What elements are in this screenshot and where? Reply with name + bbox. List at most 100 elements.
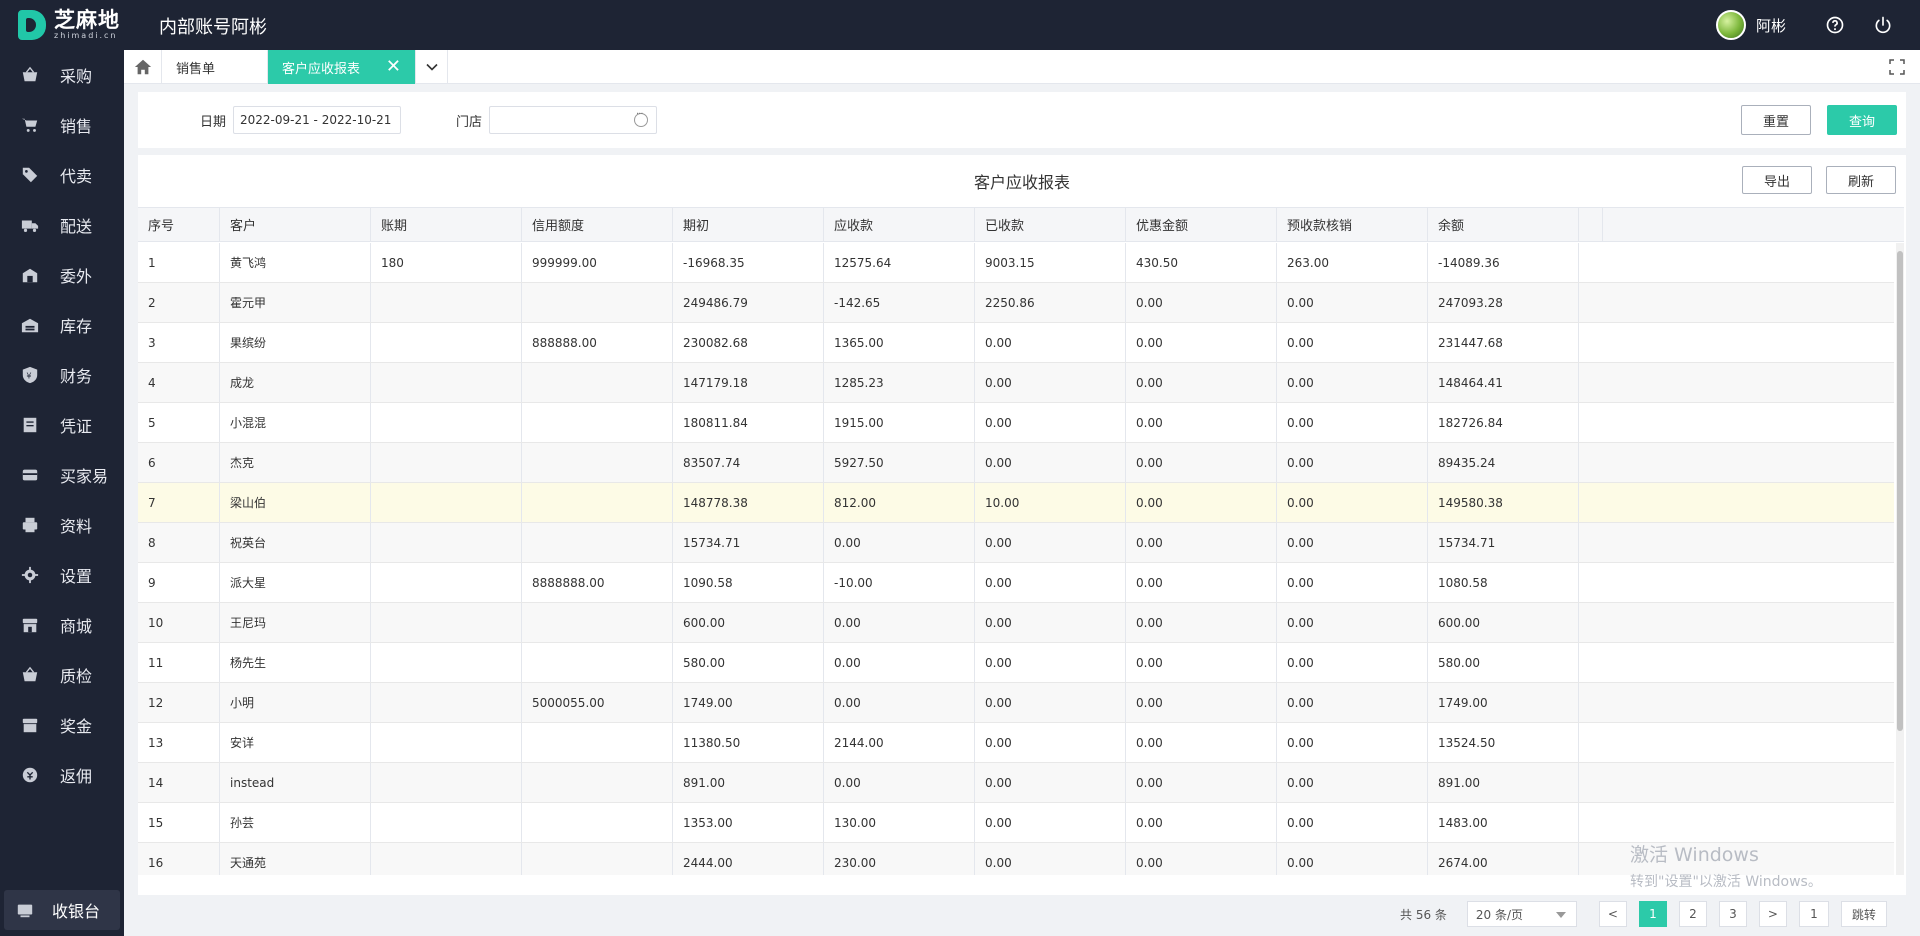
avatar[interactable] [1715, 10, 1746, 40]
prev-page-button[interactable]: < [1598, 901, 1627, 927]
sidebar-item-2[interactable]: 代卖 [0, 150, 124, 200]
table-cell: 0.00 [975, 323, 1126, 362]
table-row[interactable]: 2 霍元甲 249486.79 -142.65 2250.86 0.00 0.00 24709… [138, 283, 1894, 323]
chevron-down-icon[interactable] [416, 50, 448, 84]
table-row[interactable]: 3 果缤纷 888888.00 230082.68 1365.00 0.00 0.00 0.0… [138, 323, 1894, 363]
table-cell [371, 483, 522, 522]
table-cell: 0.00 [824, 643, 975, 682]
column-header[interactable]: 优惠金额 [1126, 208, 1277, 241]
sidebar-item-6[interactable]: ¥ 财务 [0, 350, 124, 400]
sidebar-item-0[interactable]: 采购 [0, 50, 124, 100]
logo-text: 芝麻地 [54, 8, 120, 32]
table-cell: 0.00 [1126, 683, 1277, 722]
column-header[interactable]: 余额 [1428, 208, 1579, 241]
sidebar-item-9[interactable]: 资料 [0, 500, 124, 550]
jump-button[interactable]: 跳转 [1840, 901, 1887, 927]
watermark-line2: 转到"设置"以激活 Windows。 [1630, 874, 1822, 890]
help-icon[interactable] [1824, 14, 1846, 36]
sidebar-item-1[interactable]: 销售 [0, 100, 124, 150]
sidebar-item-4[interactable]: 委外 [0, 250, 124, 300]
table-row[interactable]: 15 孙芸 1353.00 130.00 0.00 0.00 0.00 1483.00 [138, 803, 1894, 843]
sidebar-item-11[interactable]: 商城 [0, 600, 124, 650]
page-button-2[interactable]: 2 [1678, 901, 1707, 927]
page-button-1[interactable]: 1 [1638, 901, 1667, 927]
table-cell: 1353.00 [673, 803, 824, 842]
table-cell: 0.00 [1277, 603, 1428, 642]
sidebar-item-5[interactable]: 库存 [0, 300, 124, 350]
goto-page-input[interactable]: 1 [1798, 901, 1829, 927]
table-cell: 1080.58 [1428, 563, 1579, 602]
tab-sales-order[interactable]: 销售单 [162, 50, 268, 84]
fullscreen-icon[interactable] [1888, 58, 1906, 76]
table-row[interactable]: 7 梁山伯 148778.38 812.00 10.00 0.00 0.00 149580.3… [138, 483, 1894, 523]
cashier-button[interactable]: 收银台 [4, 890, 120, 930]
store-select[interactable] [489, 106, 657, 134]
column-header[interactable]: 信用额度 [522, 208, 673, 241]
table-row[interactable]: 8 祝英台 15734.71 0.00 0.00 0.00 0.00 15734.71 [138, 523, 1894, 563]
table-row[interactable]: 14 instead 891.00 0.00 0.00 0.00 0.00 891.00 [138, 763, 1894, 803]
home-icon[interactable] [124, 50, 162, 84]
next-page-button[interactable]: > [1758, 901, 1787, 927]
tag-icon [20, 165, 40, 185]
table-row[interactable]: 9 派大星 8888888.00 1090.58 -10.00 0.00 0.00 0.00 1… [138, 563, 1894, 603]
date-range-input[interactable]: 2022-09-21 - 2022-10-21 [233, 106, 401, 134]
column-header[interactable]: 期初 [673, 208, 824, 241]
sidebar-item-12[interactable]: 质检 [0, 650, 124, 700]
table-cell: 0.00 [975, 403, 1126, 442]
table-cell: 249486.79 [673, 283, 824, 322]
cashier-icon [16, 900, 36, 920]
close-icon[interactable]: ✕ [386, 58, 401, 76]
table-row[interactable]: 11 杨先生 580.00 0.00 0.00 0.00 0.00 580.00 [138, 643, 1894, 683]
page-button-3[interactable]: 3 [1718, 901, 1747, 927]
table-body[interactable]: 1 黄飞鸿 180 999999.00 -16968.35 12575.64 9003.15… [138, 243, 1894, 875]
table-cell: 16 [138, 843, 220, 875]
table-cell: 600.00 [673, 603, 824, 642]
table-cell: 0.00 [1277, 283, 1428, 322]
reset-button[interactable]: 重置 [1741, 105, 1811, 135]
logo[interactable]: 芝麻地 zhimadi.cn [18, 10, 120, 40]
table-row[interactable]: 10 王尼玛 600.00 0.00 0.00 0.00 0.00 600.00 [138, 603, 1894, 643]
sidebar-item-7[interactable]: 凭证 [0, 400, 124, 450]
table-row[interactable]: 12 小明 5000055.00 1749.00 0.00 0.00 0.00 0.00 174… [138, 683, 1894, 723]
page-size-select[interactable]: 20 条/页 [1466, 901, 1577, 927]
table-cell: 王尼玛 [220, 603, 371, 642]
sidebar-item-label: 商城 [60, 617, 93, 636]
column-header[interactable]: 客户 [220, 208, 371, 241]
table-row[interactable]: 4 成龙 147179.18 1285.23 0.00 0.00 0.00 148464.41 [138, 363, 1894, 403]
table-cell: 149580.38 [1428, 483, 1579, 522]
column-header[interactable]: 序号 [138, 208, 220, 241]
sidebar-item-13[interactable]: 奖金 [0, 700, 124, 750]
gear-icon [20, 565, 40, 585]
sidebar-item-3[interactable]: 配送 [0, 200, 124, 250]
table-row[interactable]: 13 安详 11380.50 2144.00 0.00 0.00 0.00 13524.50 [138, 723, 1894, 763]
vertical-scrollbar[interactable] [1896, 243, 1904, 875]
table-cell [371, 323, 522, 362]
sidebar-item-14[interactable]: 返佣 [0, 750, 124, 800]
scrollbar-thumb[interactable] [1897, 251, 1903, 731]
table-cell: 11380.50 [673, 723, 824, 762]
top-bar: 芝麻地 zhimadi.cn 内部账号阿彬 阿彬 [0, 0, 1920, 50]
power-icon[interactable] [1872, 14, 1894, 36]
table-cell: 0.00 [1277, 803, 1428, 842]
table-cell: 祝英台 [220, 523, 371, 562]
table-cell: 0.00 [1126, 763, 1277, 802]
more-icon[interactable] [634, 109, 648, 127]
column-header[interactable]: 预收款核销 [1277, 208, 1428, 241]
sidebar-item-8[interactable]: 买家易 [0, 450, 124, 500]
table-cell: 247093.28 [1428, 283, 1579, 322]
sidebar-item-10[interactable]: 设置 [0, 550, 124, 600]
user-name[interactable]: 阿彬 [1756, 15, 1786, 36]
total-count: 共 56 条 [1400, 907, 1447, 922]
column-header[interactable]: 账期 [371, 208, 522, 241]
tab-customer-receivable[interactable]: 客户应收报表 ✕ [268, 50, 416, 84]
refresh-button[interactable]: 刷新 [1826, 166, 1896, 194]
column-header[interactable]: 已收款 [975, 208, 1126, 241]
logo-domain: zhimadi.cn [54, 31, 118, 40]
table-cell: 580.00 [673, 643, 824, 682]
table-row[interactable]: 5 小混混 180811.84 1915.00 0.00 0.00 0.00 182726.8… [138, 403, 1894, 443]
table-row[interactable]: 6 杰克 83507.74 5927.50 0.00 0.00 0.00 89435.24 [138, 443, 1894, 483]
query-button[interactable]: 查询 [1827, 105, 1897, 135]
export-button[interactable]: 导出 [1742, 166, 1812, 194]
column-header[interactable]: 应收款 [824, 208, 975, 241]
table-row[interactable]: 1 黄飞鸿 180 999999.00 -16968.35 12575.64 9003.15… [138, 243, 1894, 283]
